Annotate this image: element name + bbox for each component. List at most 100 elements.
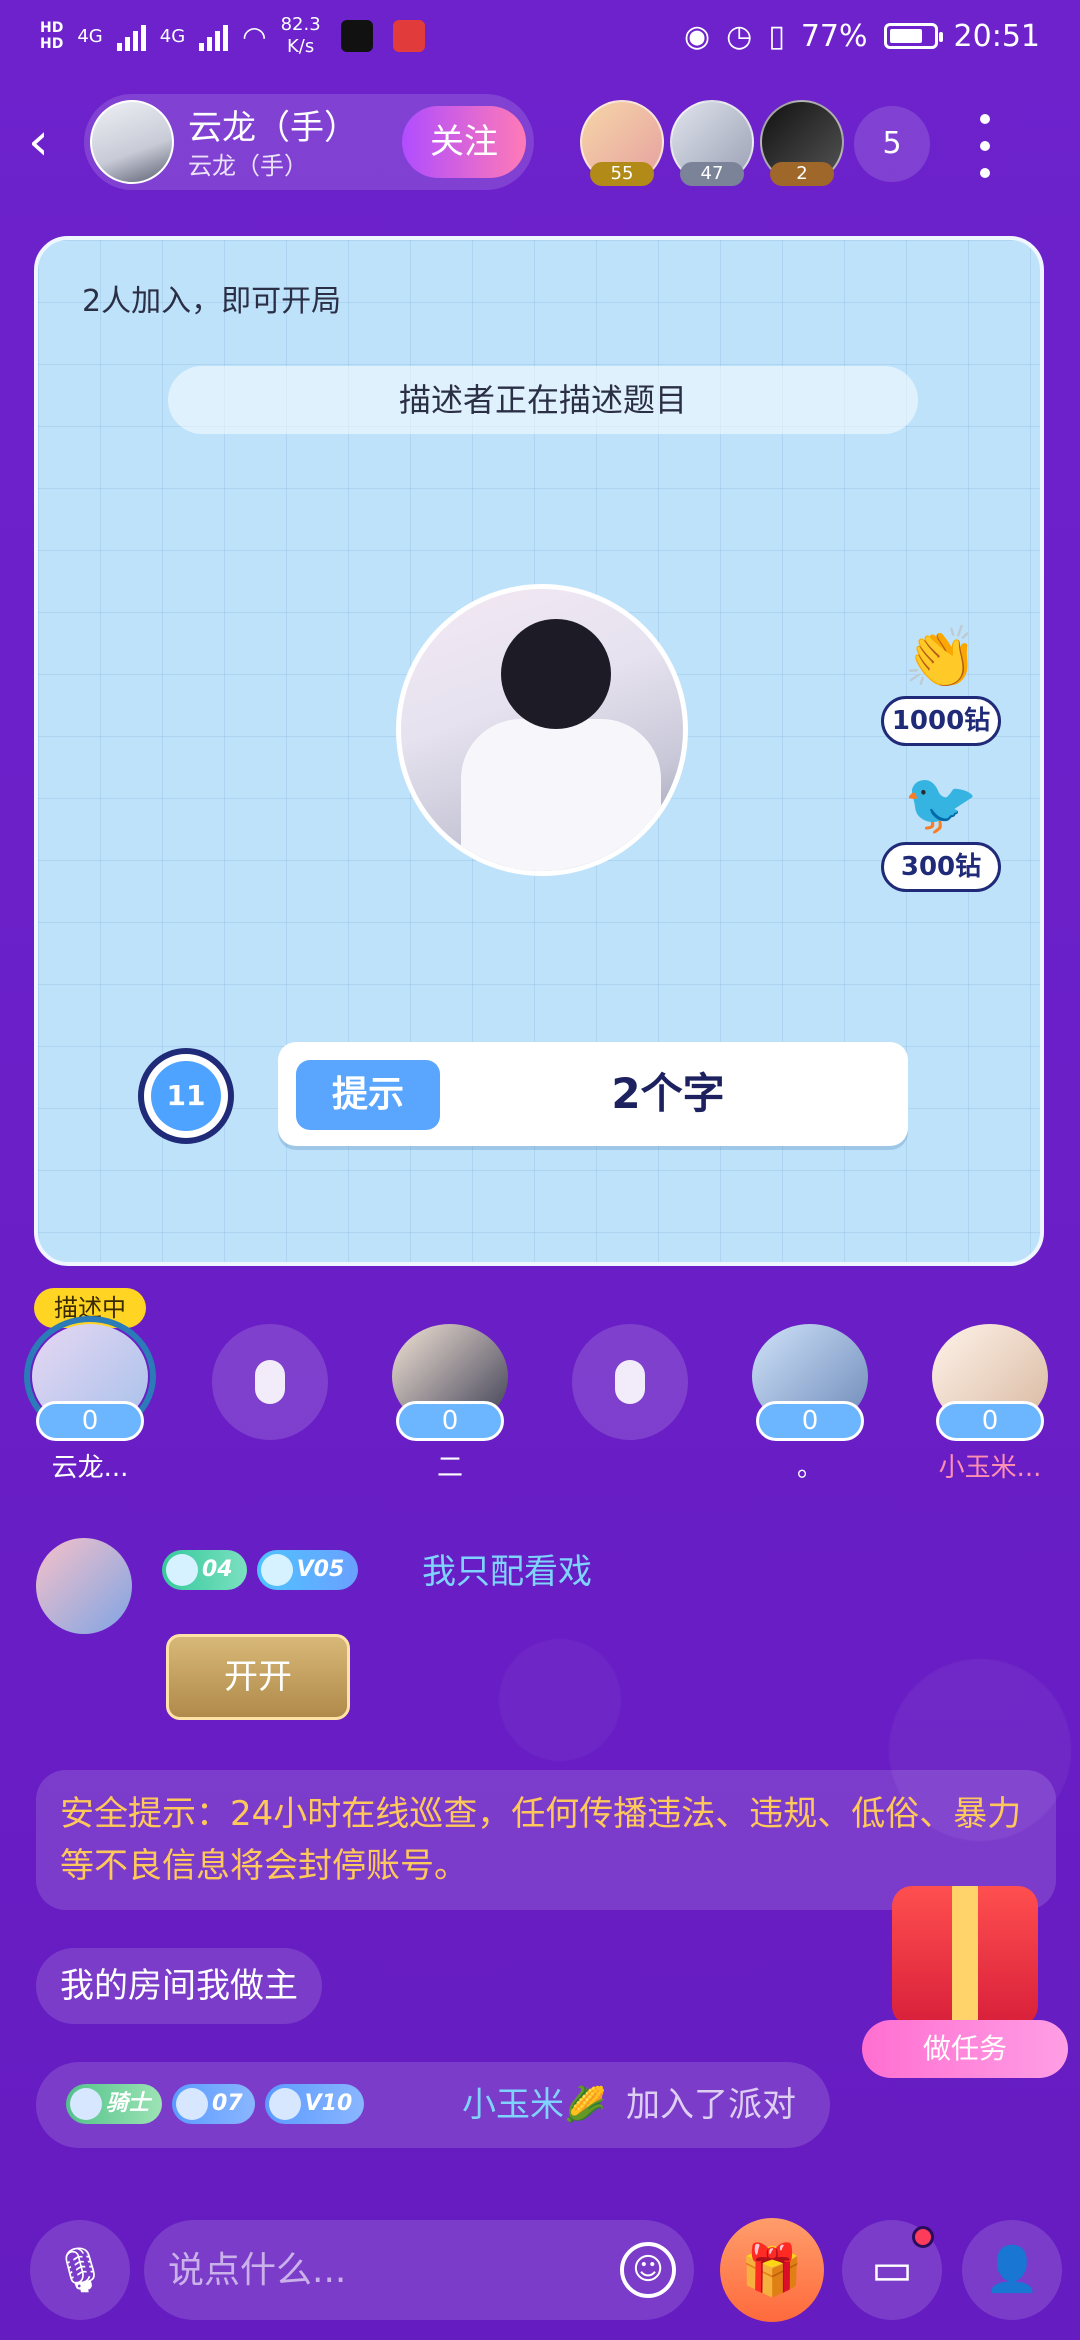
board-status-text: 2人加入，即可开局 <box>82 284 342 319</box>
emoji-icon[interactable]: ☺ <box>620 2242 676 2298</box>
gift-item-high-five[interactable]: 👏 1000钻 <box>876 620 1006 746</box>
seat-row: 描述中 0 云龙... 0 二 0 。 0 小玉米... <box>0 1288 1080 1488</box>
alarm-icon: ◷ <box>726 18 753 54</box>
join-username[interactable]: 小玉米🌽 <box>462 2062 606 2148</box>
speed-value: 82.3 <box>280 14 321 35</box>
hint-value: 2个字 <box>611 1069 725 1118</box>
hd-label-2: HD <box>40 36 64 52</box>
hd-label-1: HD <box>40 20 64 36</box>
knight-badge: 骑士 <box>66 2084 163 2124</box>
member-count-badge: 55 <box>590 162 654 186</box>
level-badge: 07 <box>172 2084 255 2124</box>
high-five-icon: 👏 <box>903 623 979 693</box>
avatar-shirt-shape <box>461 719 661 871</box>
host-avatar[interactable] <box>90 100 174 184</box>
seat-empty[interactable] <box>210 1324 330 1484</box>
avatar-hair-shape <box>501 619 611 729</box>
join-text: 加入了派对 <box>626 2085 796 2125</box>
hint-bar: 提示 2个字 <box>278 1042 908 1146</box>
more-menu-icon[interactable] <box>970 108 1000 184</box>
board-banner: 描述者正在描述题目 <box>168 366 918 434</box>
gift-icon[interactable]: 🎁 <box>720 2218 824 2322</box>
empty-seat-mic[interactable] <box>212 1324 328 1440</box>
member-total-button[interactable]: 5 <box>854 106 930 182</box>
mic-icon <box>255 1360 285 1404</box>
level-badge: 04 <box>162 1550 247 1590</box>
seat-1[interactable]: 0 云龙... <box>24 1316 156 1484</box>
chat-input[interactable] <box>168 2220 628 2320</box>
chat-message-bubble: 开开 <box>166 1634 350 1720</box>
member-avatars: 55 47 2 <box>580 100 844 186</box>
gift-box-icon <box>892 1886 1038 2026</box>
follow-button[interactable]: 关注 <box>402 106 526 178</box>
mic-icon <box>615 1360 645 1404</box>
hint-label: 提示 <box>296 1060 440 1130</box>
eye-icon: ◉ <box>683 18 711 54</box>
vip-badge: V10 <box>264 2084 365 2124</box>
hd-indicator: HD HD <box>40 20 63 52</box>
chat-username[interactable]: 我只配看戏 <box>422 1544 592 1593</box>
chat-message: 我的房间我做主 <box>36 1948 322 2024</box>
describer-avatar[interactable] <box>396 584 688 876</box>
gift-price: 1000钻 <box>881 696 1001 746</box>
seat-score: 0 <box>396 1401 504 1441</box>
join-notification: 骑士 07 V10 小玉米🌽 加入了派对 <box>36 2062 830 2148</box>
join-user-badges: 骑士 07 V10 <box>66 2084 365 2124</box>
seat-score: 0 <box>36 1401 144 1441</box>
status-bar-left: HD HD 4G 4G ◠ 82.3 K/s <box>40 14 425 58</box>
member-count-badge: 47 <box>680 162 744 186</box>
quick-gift-panel: 👏 1000钻 🐦 300钻 <box>876 620 1006 912</box>
host-subtitle: 云龙（手） <box>188 152 308 180</box>
seat-name: 云龙... <box>51 1453 129 1483</box>
seat-empty[interactable] <box>570 1324 690 1484</box>
speed-unit: K/s <box>287 36 315 57</box>
seat-avatar[interactable]: 0 <box>932 1324 1048 1441</box>
bottom-toolbar: 🎙 ☺ 🎁 ▭ 👤 <box>0 2210 1080 2330</box>
signal-icon <box>116 21 146 51</box>
seat-3[interactable]: 0 。 <box>750 1324 870 1484</box>
battery-percent: 77% <box>800 18 868 54</box>
mic-mute-icon[interactable]: 🎙 <box>30 2220 130 2320</box>
gift-item-crow[interactable]: 🐦 300钻 <box>876 766 1006 892</box>
vip-badge: V05 <box>256 1550 359 1590</box>
member-avatar[interactable]: 55 <box>580 100 664 186</box>
empty-seat-mic[interactable] <box>572 1324 688 1440</box>
seat-name: 小玉米... <box>938 1453 1042 1483</box>
status-bar-right: ◉ ◷ ▯ 77% 20:51 <box>684 19 1040 54</box>
task-button[interactable]: 做任务 <box>862 1886 1068 2082</box>
seat-avatar[interactable]: 0 <box>392 1324 508 1441</box>
add-user-icon[interactable]: 👤 <box>962 2220 1062 2320</box>
crow-icon: 🐦 <box>903 769 979 839</box>
host-info[interactable]: 云龙（手） 云龙（手） 关注 <box>84 94 534 190</box>
network-label-1: 4G <box>77 25 103 47</box>
host-name: 云龙（手） <box>188 108 358 148</box>
gift-price: 300钻 <box>881 842 1001 892</box>
chat-user-badges: 04 V05 <box>162 1550 359 1590</box>
seat-score: 0 <box>936 1401 1044 1441</box>
signal-icon <box>199 21 229 51</box>
task-label: 做任务 <box>862 2020 1068 2078</box>
message-icon[interactable]: ▭ <box>842 2220 942 2320</box>
countdown-timer: 11 <box>138 1048 234 1144</box>
timer-value: 11 <box>151 1061 221 1131</box>
back-arrow-icon[interactable]: ‹ <box>28 112 68 172</box>
seat-2[interactable]: 0 二 <box>390 1324 510 1484</box>
member-avatar[interactable]: 47 <box>670 100 754 186</box>
seat-score: 0 <box>756 1401 864 1441</box>
game-board: 2人加入，即可开局 描述者正在描述题目 👏 1000钻 🐦 300钻 11 提示… <box>34 236 1044 1266</box>
unread-dot <box>912 2226 934 2248</box>
seat-avatar[interactable]: 0 <box>24 1316 156 1441</box>
vibrate-icon: ▯ <box>768 18 785 54</box>
network-label-2: 4G <box>159 25 186 47</box>
room-header: ‹ 云龙（手） 云龙（手） 关注 55 47 2 5 <box>0 90 1080 200</box>
chat-input-container[interactable]: ☺ <box>144 2220 694 2320</box>
member-count-badge: 2 <box>770 162 834 186</box>
chat-user-avatar[interactable] <box>36 1538 132 1634</box>
member-avatar[interactable]: 2 <box>760 100 844 186</box>
network-speed: 82.3 K/s <box>281 14 321 58</box>
seat-name: 。 <box>796 1453 823 1483</box>
status-bar: HD HD 4G 4G ◠ 82.3 K/s ◉ ◷ ▯ 77% 20:51 <box>0 0 1080 72</box>
app-notification-icon <box>340 20 373 52</box>
seat-4[interactable]: 0 小玉米... <box>930 1324 1050 1484</box>
seat-avatar[interactable]: 0 <box>752 1324 868 1441</box>
